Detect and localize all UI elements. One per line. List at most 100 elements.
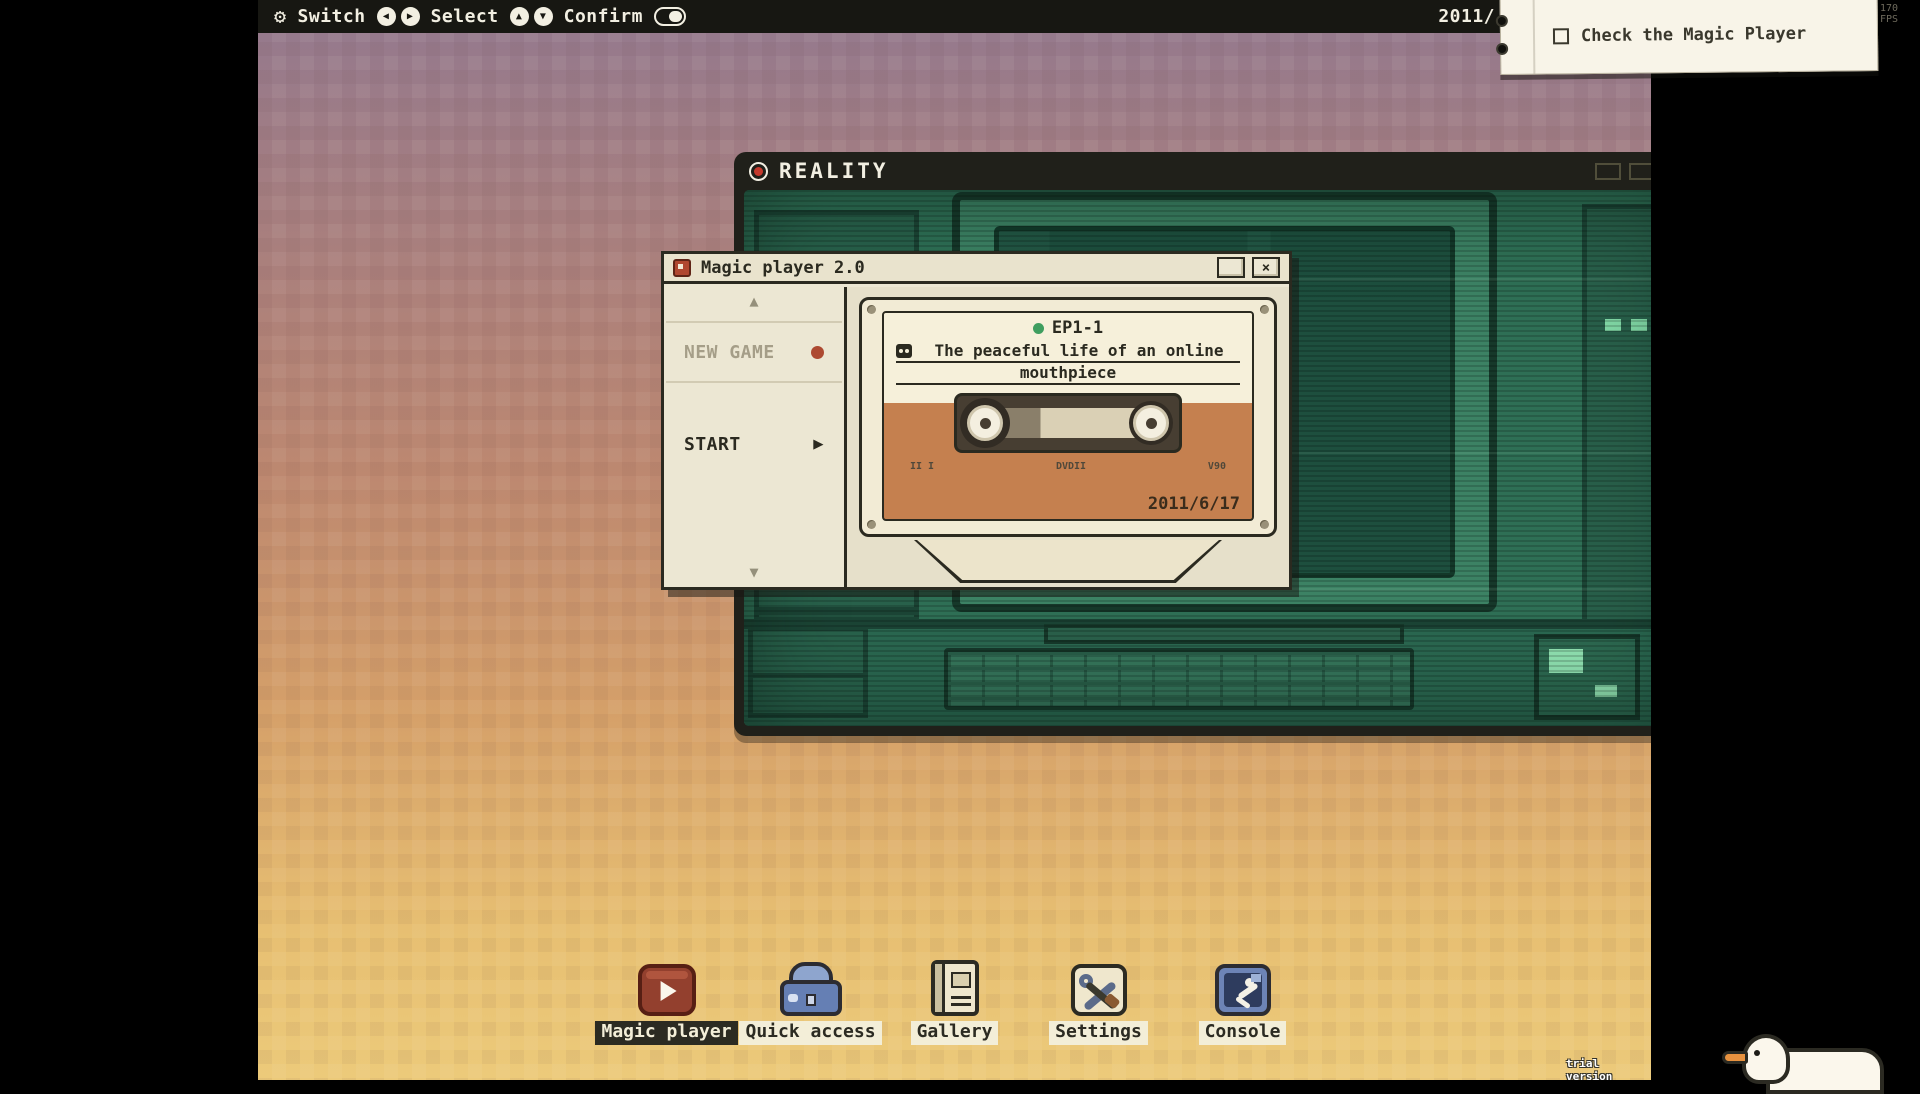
fps-counter: 170 FPS: [1880, 3, 1920, 25]
menu-item-start[interactable]: START ▶: [666, 413, 842, 475]
task-note[interactable]: Check the Magic Player: [1500, 0, 1879, 75]
dialog-buttons: ×: [1217, 257, 1280, 278]
topbar-date: 2011/: [1438, 0, 1495, 33]
play-icon: ▶: [813, 434, 824, 454]
task-text: Check the Magic Player: [1581, 23, 1806, 45]
note-ring-icon: [1496, 15, 1508, 27]
episode-title-line2: mouthpiece: [896, 363, 1240, 385]
gear-icon[interactable]: ⚙: [274, 0, 287, 33]
drawer-cabinet: [748, 626, 868, 718]
cassette-tape[interactable]: EP1-1 The peaceful life of an online mou…: [859, 297, 1277, 537]
rack-led: [1605, 319, 1621, 331]
screw-icon: [867, 520, 876, 529]
top-control-bar: ⚙ Switch ◀ ▶ Select ▲ ▼ Confirm 2011/: [258, 0, 1651, 33]
console-icon: [1215, 956, 1271, 1016]
dock-item-console[interactable]: Console: [1177, 956, 1309, 1045]
reality-title: REALITY: [779, 159, 889, 183]
select-label: Select: [431, 6, 499, 27]
trial-watermark: trial version: [1566, 1057, 1651, 1080]
album-spine: [935, 964, 945, 1012]
tools-icon: [1071, 964, 1127, 1016]
switch-label: Switch: [298, 6, 366, 27]
disk-drive: [1534, 634, 1640, 720]
mark-mid: DVDII: [1056, 461, 1086, 472]
episode-row: EP1-1: [884, 313, 1252, 338]
dock-item-gallery[interactable]: Gallery: [889, 956, 1021, 1045]
duck-mascot: [1716, 1024, 1888, 1080]
dock-label: Settings: [1049, 1021, 1148, 1045]
dock-label: Magic player: [595, 1021, 737, 1045]
icon-highlight: [646, 971, 688, 979]
keyboard: [944, 648, 1414, 710]
minimize-button[interactable]: [1217, 257, 1245, 278]
record-icon: [749, 162, 768, 181]
right-reel-icon: [1133, 405, 1169, 441]
reel-hub: [980, 418, 991, 429]
tape-strip: [991, 408, 1145, 438]
note-ring-icon: [1496, 43, 1508, 55]
dialog-body: ▲ NEW GAME START ▶ ▼: [664, 287, 1289, 587]
window-control-1[interactable]: [1595, 163, 1621, 180]
monitor-stand: [1044, 624, 1404, 644]
bag-icon: [780, 962, 842, 1016]
cassette-pane: EP1-1 The peaceful life of an online mou…: [847, 287, 1289, 587]
reality-titlebar[interactable]: REALITY: [734, 152, 1651, 190]
select-up-button[interactable]: ▲: [510, 7, 529, 26]
episode-title-line1: The peaceful life of an online: [896, 341, 1240, 363]
dock-item-settings[interactable]: Settings: [1033, 956, 1165, 1045]
cassette-label-top: EP1-1 The peaceful life of an online mou…: [884, 313, 1252, 403]
cassette-bottom-edge: [914, 540, 1222, 583]
reel-hub: [1146, 418, 1157, 429]
menu-item-new-game[interactable]: NEW GAME: [666, 321, 842, 383]
switch-left-button[interactable]: ◀: [377, 7, 396, 26]
record-dot-icon: [811, 346, 824, 359]
select-down-button[interactable]: ▼: [534, 7, 553, 26]
episode-title-text1: The peaceful life of an online: [918, 341, 1240, 360]
screw-icon: [1260, 520, 1269, 529]
note-crease: [1533, 0, 1536, 74]
magic-player-icon: [638, 956, 696, 1016]
scroll-up-icon[interactable]: ▲: [664, 287, 844, 309]
duck-beak: [1722, 1051, 1748, 1064]
dock-item-quick-access[interactable]: Quick access: [745, 956, 877, 1045]
switch-buttons: ◀ ▶: [377, 7, 420, 26]
window-control-2[interactable]: [1629, 163, 1651, 180]
dock-item-magic-player[interactable]: Magic player: [601, 956, 733, 1045]
reel-window: [954, 393, 1182, 453]
close-button[interactable]: ×: [1252, 257, 1280, 278]
cassette-markings: II I DVDII V90: [910, 461, 1226, 472]
mark-left: II I: [910, 461, 934, 472]
duck-eye: [1754, 1050, 1760, 1056]
video-player-icon: [638, 964, 696, 1016]
switch-right-button[interactable]: ▶: [401, 7, 420, 26]
screw-icon: [1260, 305, 1269, 314]
album-icon: [931, 960, 979, 1016]
dialog-titlebar[interactable]: Magic player 2.0 ×: [664, 254, 1289, 284]
episode-number: EP1-1: [1052, 318, 1103, 338]
reality-window-controls: [1595, 163, 1651, 180]
duck-head: [1742, 1034, 1790, 1084]
cassette-label: EP1-1 The peaceful life of an online mou…: [882, 311, 1254, 521]
episode-menu: ▲ NEW GAME START ▶ ▼: [664, 287, 847, 587]
new-game-label: NEW GAME: [684, 342, 775, 363]
album-photo: [951, 972, 971, 988]
left-reel-icon: [967, 405, 1003, 441]
dock-label: Console: [1199, 1021, 1287, 1045]
record-dot: [754, 167, 763, 176]
select-buttons: ▲ ▼: [510, 7, 553, 26]
drive-display: [1549, 649, 1583, 673]
runner-icon: [1215, 964, 1271, 1016]
settings-icon: [1071, 956, 1127, 1016]
bag-clasp: [806, 994, 816, 1006]
task-checkbox[interactable]: [1553, 28, 1569, 44]
cassette-date: 2011/6/17: [1148, 494, 1240, 514]
confirm-key-inner: [669, 11, 682, 22]
screw-icon: [867, 305, 876, 314]
magic-player-dialog: Magic player 2.0 × ▲ NEW GAME START ▶ ▼: [661, 251, 1292, 590]
console-corner: [1251, 974, 1261, 982]
scroll-down-icon[interactable]: ▼: [664, 565, 844, 580]
bag-shine: [788, 994, 798, 1002]
cassette-bottom-face: [917, 540, 1219, 580]
confirm-key-icon[interactable]: [654, 7, 686, 26]
quick-access-icon: [780, 956, 842, 1016]
